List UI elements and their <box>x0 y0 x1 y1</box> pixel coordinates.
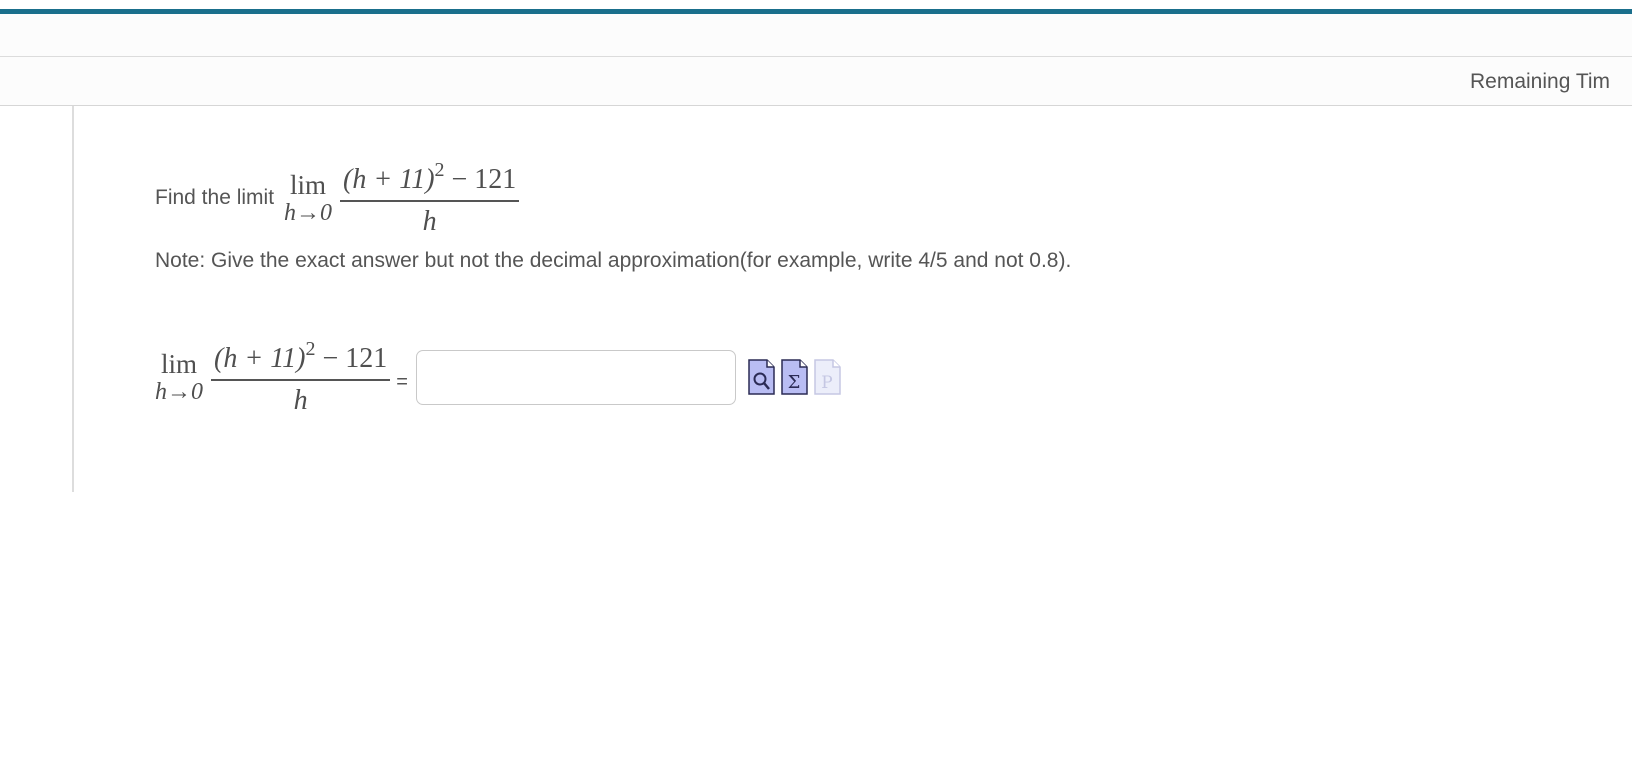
equals-sign: = <box>396 370 408 393</box>
limit-word: lim <box>290 169 327 200</box>
header-strip <box>0 14 1632 57</box>
equation-editor-icon[interactable]: Σ <box>781 359 808 395</box>
fraction-numerator: (h + 11)2 − 121 <box>343 159 517 196</box>
limit-operator: lim h→0 <box>284 169 333 226</box>
answer-limit-word: lim <box>160 348 197 379</box>
answer-limit-operator: lim h→0 <box>155 348 203 405</box>
answer-input[interactable] <box>415 349 736 405</box>
answer-fraction-numerator: (h + 11)2 − 121 <box>214 338 388 375</box>
answer-line: lim h→0 (h + 11)2 − 121 h = Σ P <box>155 335 841 419</box>
limit-fraction: (h + 11)2 − 121 h <box>340 159 520 237</box>
preview-icon[interactable] <box>748 359 775 395</box>
answer-math: lim h→0 (h + 11)2 − 121 h <box>155 338 391 416</box>
question-note: Note: Give the exact answer but not the … <box>155 249 1072 272</box>
answer-fraction: (h + 11)2 − 121 h <box>211 338 391 416</box>
formula-p-icon[interactable]: P <box>814 359 841 395</box>
question-prompt: Find the limit <box>155 186 275 209</box>
question-math: lim h→0 (h + 11)2 − 121 h <box>284 159 520 237</box>
answer-limit-subscript: h→0 <box>155 378 203 405</box>
question-line: Find the limit lim h→0 (h + 11)2 − 121 h <box>155 158 520 238</box>
content-left-border <box>72 106 74 492</box>
fraction-denominator: h <box>422 205 437 237</box>
remaining-time-label: Remaining Tim <box>1470 70 1611 93</box>
answer-tools: Σ P <box>748 359 841 395</box>
answer-fraction-denominator: h <box>293 384 308 416</box>
svg-text:P: P <box>821 373 832 393</box>
timer-bar <box>0 57 1632 106</box>
svg-text:Σ: Σ <box>788 372 801 393</box>
limit-subscript: h→0 <box>284 199 333 226</box>
